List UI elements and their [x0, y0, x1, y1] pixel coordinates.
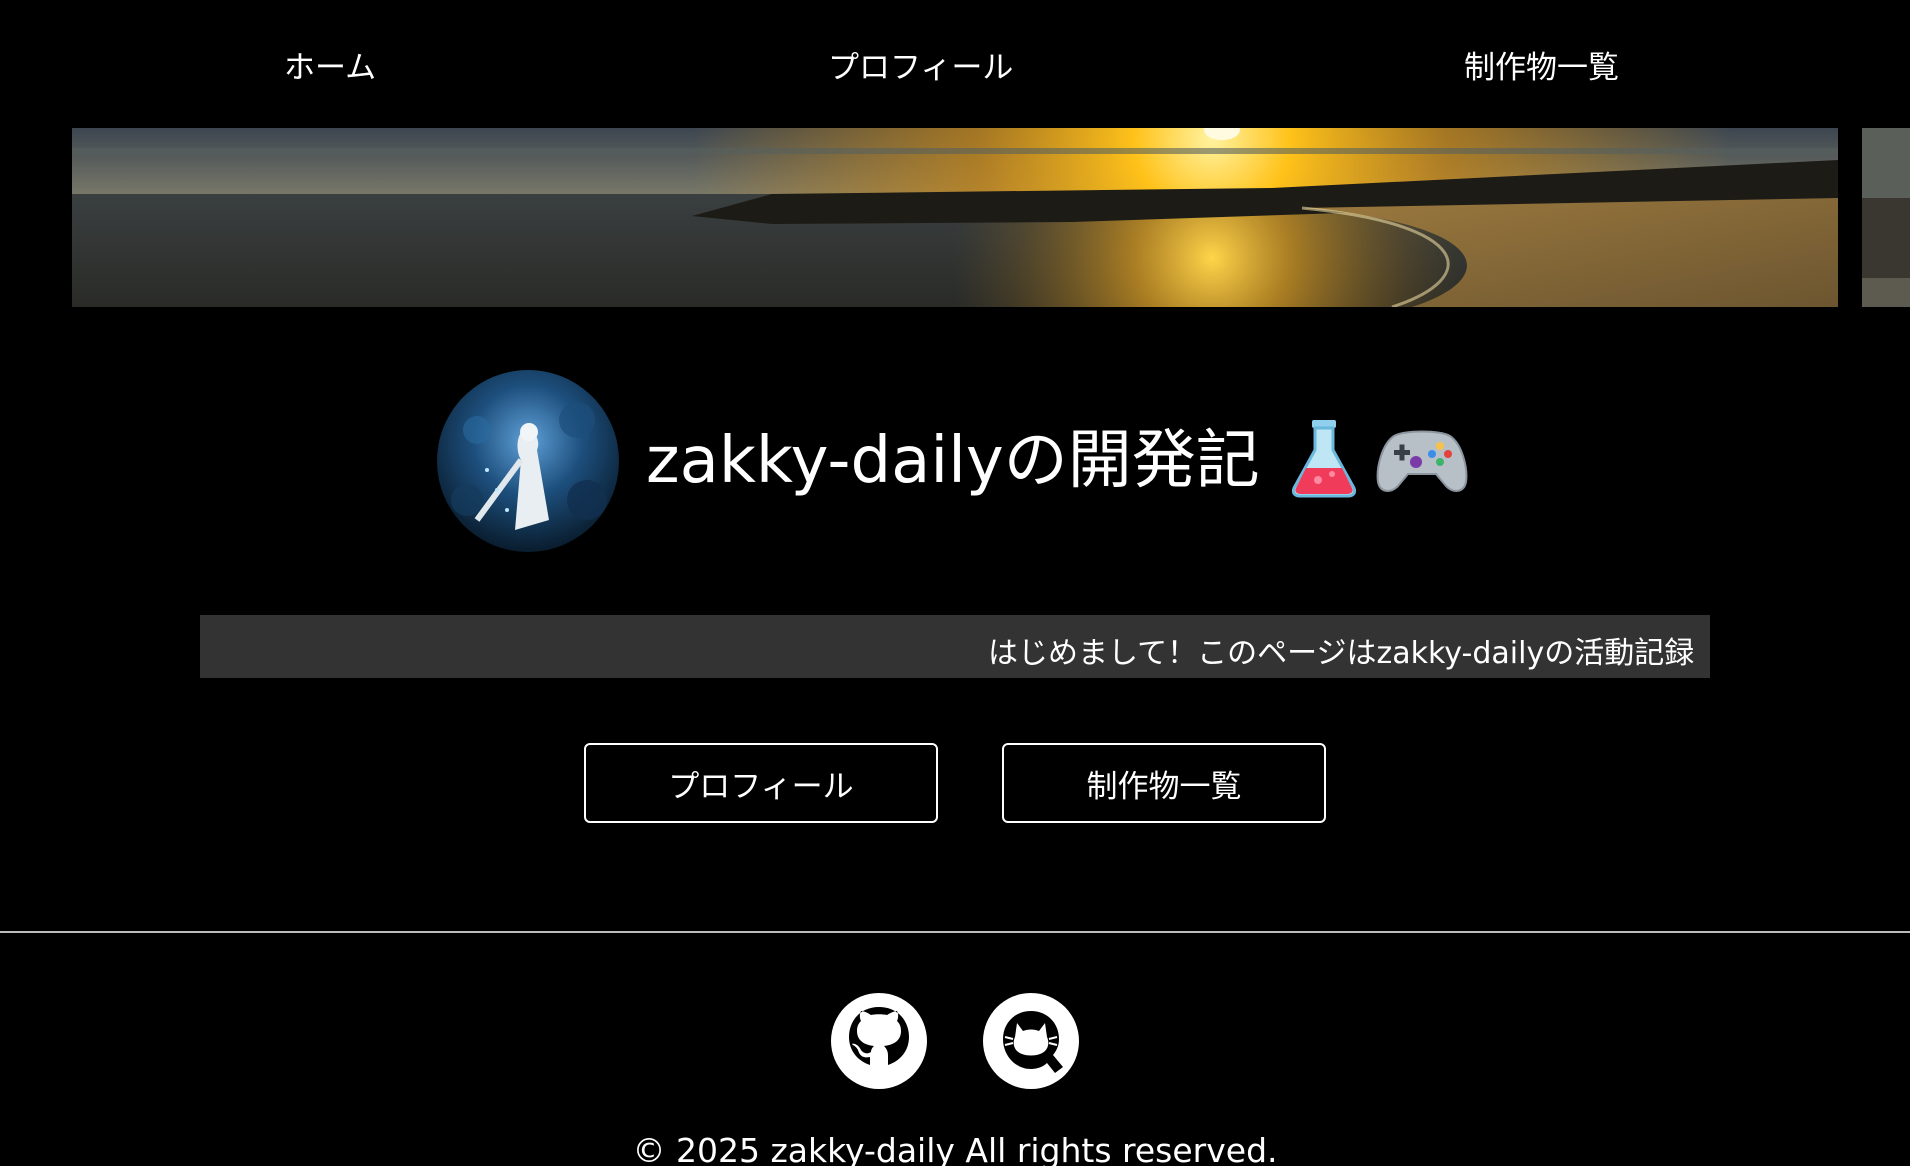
page-title: zakky-dailyの開発記: [646, 424, 1260, 498]
profile-button[interactable]: プロフィール: [584, 743, 938, 823]
nav-home-link[interactable]: ホーム: [284, 42, 376, 87]
github-icon[interactable]: [831, 993, 927, 1089]
intro-marquee: はじめまして！このページはzakky-dailyの活動記録: [200, 615, 1710, 678]
qiita-icon[interactable]: [983, 993, 1079, 1089]
top-nav: ホーム プロフィール 制作物一覧: [0, 0, 1910, 128]
flask-icon: [1282, 416, 1366, 504]
nav-profile-link[interactable]: プロフィール: [828, 42, 1013, 87]
intro-marquee-text: はじめまして！このページはzakky-dailyの活動記録: [988, 636, 1695, 671]
footer-divider: [0, 931, 1910, 933]
copyright-text: © 2025 zakky-daily All rights reserved.: [632, 1131, 1278, 1166]
banner-image: [72, 128, 1838, 307]
works-button[interactable]: 制作物一覧: [1002, 743, 1326, 823]
gamepad-icon: [1374, 416, 1470, 504]
avatar: [437, 370, 619, 552]
page: ホーム プロフィール 制作物一覧 zakky-dailyの開発記 はじめまして！…: [0, 0, 1910, 1166]
nav-works-link[interactable]: 制作物一覧: [1464, 42, 1619, 87]
banner-next-image: [1862, 128, 1910, 307]
